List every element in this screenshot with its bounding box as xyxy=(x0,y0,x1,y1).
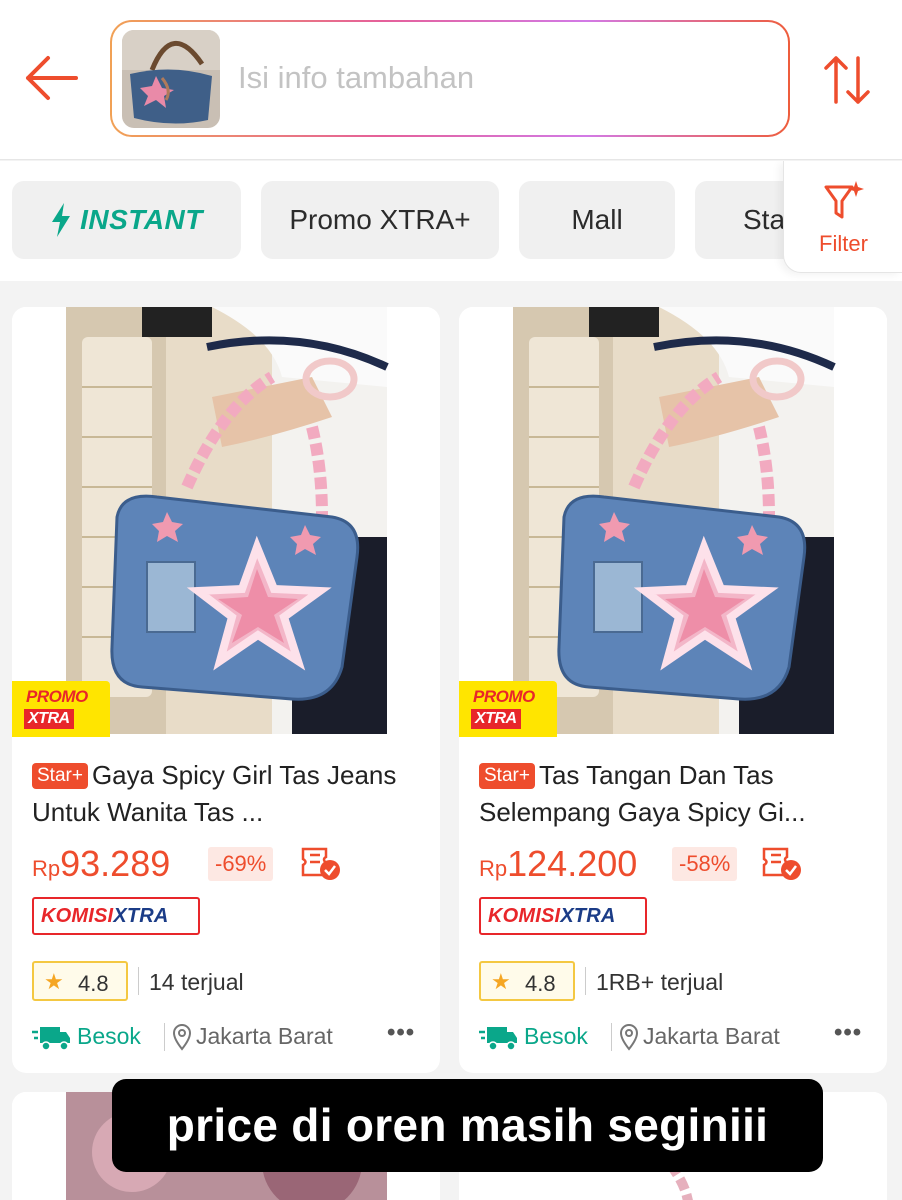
product-card[interactable]: PROMO XTRA Star+ Tas Tangan Dan Tas Selem… xyxy=(459,307,887,1073)
rating-value: 4.8 xyxy=(78,971,109,996)
komisi-label-2: XTRA xyxy=(113,905,169,927)
product-title[interactable]: Star+ Gaya Spicy Girl Tas Jeans Untuk Wan… xyxy=(32,757,412,831)
star-plus-badge: Star+ xyxy=(32,763,88,789)
search-header: Isi info tambahan xyxy=(0,0,902,160)
filter-button[interactable]: Filter xyxy=(783,161,902,273)
promo-xtra-badge: PROMO XTRA xyxy=(459,681,557,737)
discount-badge: -69% xyxy=(208,847,274,881)
back-button[interactable] xyxy=(22,52,80,104)
shop-location: Jakarta Barat xyxy=(196,1023,333,1049)
filter-sparkle-icon xyxy=(824,181,864,219)
more-options-button[interactable]: ••• xyxy=(387,1019,415,1047)
delivery-truck-icon xyxy=(32,1027,70,1051)
price-currency: Rp xyxy=(479,856,508,881)
promo-badge-line1: PROMO xyxy=(26,687,88,706)
sold-count: 1RB+ terjual xyxy=(596,969,724,995)
rating-badge: ★ 4.8 xyxy=(32,961,128,1001)
shipping-estimate: Besok xyxy=(77,1023,141,1049)
star-icon: ★ xyxy=(491,969,511,994)
image-search-bar[interactable]: Isi info tambahan xyxy=(110,20,790,137)
price-value: 93.289 xyxy=(60,843,171,884)
delivery-truck-icon xyxy=(479,1027,517,1051)
chip-mall[interactable]: Mall xyxy=(519,181,675,259)
chip-star-label: Sta xyxy=(743,204,786,235)
promo-badge-line2: XTRA xyxy=(471,709,521,729)
chip-mall-label: Mall xyxy=(571,204,623,235)
chip-instant[interactable]: INSTANT xyxy=(12,181,241,259)
location-pin-icon xyxy=(172,1024,192,1051)
rating-badge: ★ 4.8 xyxy=(479,961,575,1001)
divider xyxy=(585,967,586,995)
search-image-thumbnail[interactable] xyxy=(122,30,220,128)
komisi-label-2: XTRA xyxy=(560,905,616,927)
star-icon: ★ xyxy=(44,969,64,994)
product-price: Rp93.289 xyxy=(32,843,170,885)
komisi-xtra-badge: KOMISIXTRA xyxy=(32,897,200,935)
divider xyxy=(164,1023,165,1051)
price-value: 124.200 xyxy=(507,843,638,884)
product-image[interactable]: PROMO XTRA xyxy=(459,307,887,737)
sold-count: 14 terjual xyxy=(149,969,244,995)
komisi-xtra-badge: KOMISIXTRA xyxy=(479,897,647,935)
chip-instant-label: INSTANT xyxy=(80,204,203,235)
more-options-button[interactable]: ••• xyxy=(834,1019,862,1047)
chip-promo-xtra[interactable]: Promo XTRA+ xyxy=(261,181,499,259)
lightning-icon xyxy=(52,203,71,237)
filter-label: Filter xyxy=(819,231,868,256)
product-card[interactable]: PROMO XTRA Star+ Gaya Spicy Girl Tas Jean… xyxy=(12,307,440,1073)
product-price: Rp124.200 xyxy=(479,843,637,885)
sort-arrows-icon xyxy=(824,56,870,104)
divider xyxy=(611,1023,612,1051)
product-title[interactable]: Star+ Tas Tangan Dan Tas Selempang Gaya S… xyxy=(479,757,859,831)
arrow-left-icon xyxy=(26,56,78,100)
shipping-estimate: Besok xyxy=(524,1023,588,1049)
komisi-label-1: KOMISI xyxy=(488,905,561,927)
komisi-label-1: KOMISI xyxy=(41,905,114,927)
location-pin-icon xyxy=(619,1024,639,1051)
discount-badge: -58% xyxy=(672,847,738,881)
product-image[interactable]: PROMO XTRA xyxy=(12,307,440,737)
promo-xtra-badge: PROMO XTRA xyxy=(12,681,110,737)
voucher-check-icon xyxy=(762,847,801,880)
shop-location: Jakarta Barat xyxy=(643,1023,780,1049)
rating-value: 4.8 xyxy=(525,971,556,996)
voucher-check-icon xyxy=(301,847,340,880)
price-currency: Rp xyxy=(32,856,61,881)
search-placeholder[interactable]: Isi info tambahan xyxy=(238,60,474,96)
chip-promo-label: Promo XTRA+ xyxy=(289,204,471,235)
promo-badge-line1: PROMO xyxy=(473,687,535,706)
caption-overlay: price di oren masih seginiii xyxy=(112,1079,823,1172)
star-plus-badge: Star+ xyxy=(479,763,535,789)
sort-button[interactable] xyxy=(820,52,876,108)
promo-badge-line2: XTRA xyxy=(24,709,74,729)
filter-chips-bar: INSTANT Promo XTRA+ Mall Sta Filter xyxy=(0,161,902,281)
divider xyxy=(138,967,139,995)
